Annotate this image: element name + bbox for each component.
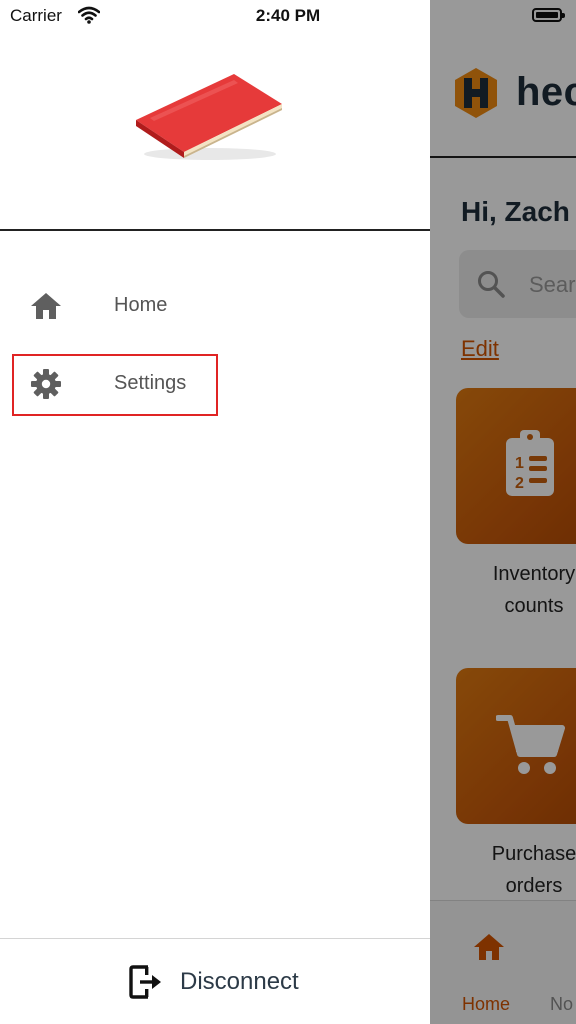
- drawer-header-divider: [0, 229, 430, 231]
- navigation-drawer: Carrier 2:40 PM Home Settings Disconnect: [0, 0, 430, 1024]
- disconnect-button[interactable]: Disconnect: [120, 960, 370, 1006]
- settings-highlight-outline: [12, 354, 218, 416]
- drawer-backdrop-scrim[interactable]: [430, 0, 576, 1024]
- logout-icon: [129, 965, 161, 999]
- menu-item-home-label: Home: [114, 294, 168, 316]
- book-logo-icon: [136, 74, 282, 160]
- disconnect-label: Disconnect: [180, 968, 299, 995]
- home-icon: [31, 293, 61, 319]
- drawer-footer-divider: [0, 938, 430, 939]
- menu-item-home[interactable]: Home: [0, 276, 430, 336]
- status-time: 2:40 PM: [255, 6, 321, 25]
